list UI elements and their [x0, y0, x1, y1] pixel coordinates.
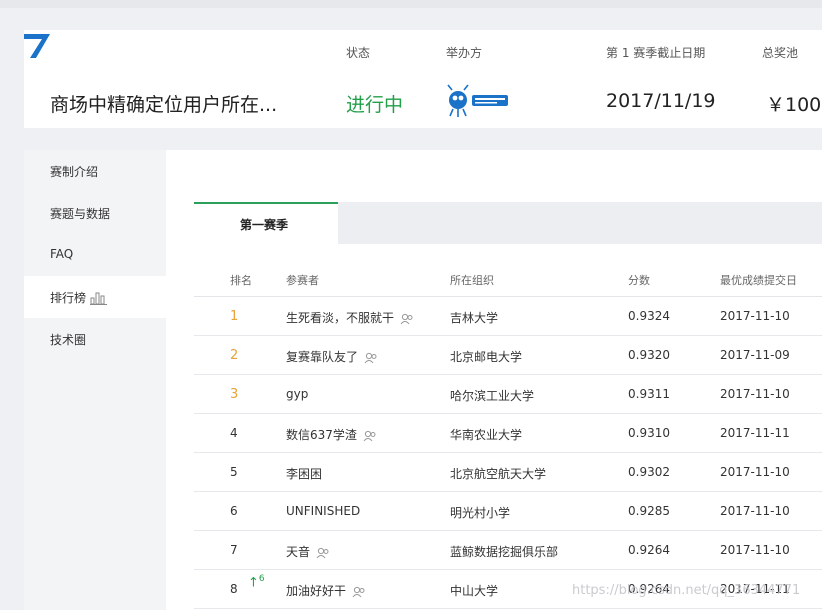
- table-row: 2 复赛靠队友了 北京邮电大学 0.9320 2017-11-09: [194, 336, 822, 375]
- team-members-icon[interactable]: [316, 547, 330, 559]
- col-score[interactable]: 分数: [628, 272, 650, 288]
- col-rank: 排名: [230, 274, 252, 287]
- org-cell: 北京航空航天大学: [450, 467, 547, 481]
- participant-cell: 加油好好干: [286, 582, 366, 599]
- org-cell: 中山大学: [450, 584, 499, 598]
- participant-name[interactable]: 天音: [286, 545, 310, 559]
- date-cell: 2017-11-10: [720, 309, 790, 323]
- team-members-icon[interactable]: [364, 352, 378, 364]
- participant-name[interactable]: 加油好好干: [286, 584, 346, 598]
- org-cell: 北京邮电大学: [450, 350, 523, 364]
- competition-header: 状态 举办方 第 1 赛季截止日期 总奖池 商场中精确定位用户所在... 进行中…: [24, 30, 822, 128]
- sidebar-item-faq[interactable]: FAQ: [24, 234, 166, 276]
- watermark: https://blog.csdn.net/qq_36344771: [572, 583, 801, 598]
- score-cell: 0.9320: [628, 348, 670, 362]
- participant-name[interactable]: 复赛靠队友了: [286, 350, 358, 364]
- rank-cell: 5: [230, 465, 238, 479]
- rank-cell: 2: [230, 348, 239, 363]
- prize-value: ￥1000: [766, 94, 822, 116]
- participant-name[interactable]: 数信637学渣: [286, 428, 357, 442]
- bar-chart-icon: [90, 292, 107, 305]
- org-cell: 哈尔滨工业大学: [450, 389, 535, 403]
- participant-cell: gyp: [286, 387, 308, 401]
- table-header: 排名 参赛者 所在组织 分数 最优成绩提交日: [194, 260, 822, 297]
- participant-cell: 天音: [286, 543, 330, 560]
- date-cell: 2017-11-11: [720, 426, 790, 440]
- main-content: 第一赛季 排名 参赛者 所在组织 分数 最优成绩提交日 1 生死看淡，不服就干 吉林…: [166, 150, 822, 610]
- brand-logo-icon: [24, 34, 50, 58]
- participant-cell: UNFINISHED: [286, 504, 360, 518]
- deadline-value: 2017/11/19: [606, 90, 716, 112]
- competition-title[interactable]: 商场中精确定位用户所在...: [50, 90, 277, 117]
- organizer-label: 举办方: [446, 46, 483, 60]
- score-cell: 0.9310: [628, 426, 670, 440]
- org-cell: 华南农业大学: [450, 428, 523, 442]
- deadline-label: 第 1 赛季截止日期: [606, 46, 706, 60]
- sidebar-item-label: 赛制介绍: [50, 165, 99, 179]
- tab-label: 第一赛季: [240, 218, 289, 232]
- rank-cell: 6: [230, 504, 238, 518]
- participant-cell: 数信637学渣: [286, 426, 377, 443]
- table-row: 3 gyp 哈尔滨工业大学 0.9311 2017-11-10: [194, 375, 822, 414]
- season-tabs: 第一赛季: [194, 202, 822, 244]
- date-cell: 2017-11-10: [720, 504, 790, 518]
- sidebar-item-tech-circle[interactable]: 技术圈: [24, 318, 166, 360]
- score-cell: 0.9324: [628, 309, 670, 323]
- tab-season-1[interactable]: 第一赛季: [194, 202, 338, 244]
- prize-label: 总奖池: [762, 46, 799, 60]
- rank-change: 6: [258, 574, 265, 584]
- table-row: 4 数信637学渣 华南农业大学 0.9310 2017-11-11: [194, 414, 822, 453]
- col-org: 所在组织: [450, 274, 494, 287]
- table-row: 6 UNFINISHED 明光村小学 0.9285 2017-11-10: [194, 492, 822, 531]
- rank-cell: 8: [230, 582, 238, 596]
- col-date: 最优成绩提交日: [720, 274, 797, 287]
- org-cell: 蓝鲸数据挖掘俱乐部: [450, 545, 559, 559]
- sidebar-item-label: FAQ: [50, 247, 74, 261]
- score-cell: 0.9264: [628, 543, 670, 557]
- org-cell: 吉林大学: [450, 311, 499, 325]
- participant-name[interactable]: 生死看淡，不服就干: [286, 311, 394, 325]
- date-cell: 2017-11-10: [720, 543, 790, 557]
- sidebar-item-data[interactable]: 赛题与数据: [24, 192, 166, 234]
- rank-cell: 3: [230, 387, 239, 402]
- top-strip: [0, 0, 822, 8]
- rank-cell: 4: [230, 426, 238, 440]
- sidebar-item-label: 赛题与数据: [50, 207, 111, 221]
- sidebar-item-label: 排行榜: [50, 291, 87, 305]
- status-label: 状态: [346, 46, 371, 60]
- participant-name[interactable]: 李困困: [286, 467, 322, 481]
- organizer-logo-icon: [447, 84, 508, 117]
- sidebar: 赛制介绍 赛题与数据 FAQ 排行榜 技术圈: [24, 150, 166, 610]
- score-cell: 0.9285: [628, 504, 670, 518]
- team-members-icon[interactable]: [363, 430, 377, 442]
- sidebar-item-label: 技术圈: [50, 333, 87, 347]
- sidebar-item-leaderboard[interactable]: 排行榜: [24, 276, 166, 318]
- status-value: 进行中: [346, 94, 404, 116]
- date-cell: 2017-11-10: [720, 387, 790, 401]
- team-members-icon[interactable]: [352, 586, 366, 598]
- leaderboard-table: 排名 参赛者 所在组织 分数 最优成绩提交日 1 生死看淡，不服就干 吉林大学 0.9…: [194, 260, 822, 609]
- score-cell: 0.9311: [628, 387, 670, 401]
- team-members-icon[interactable]: [400, 313, 414, 325]
- table-row: 5 李困困 北京航空航天大学 0.9302 2017-11-10: [194, 453, 822, 492]
- participant-cell: 生死看淡，不服就干: [286, 309, 414, 326]
- org-cell: 明光村小学: [450, 506, 511, 520]
- participant-name[interactable]: UNFINISHED: [286, 504, 360, 518]
- participant-cell: 复赛靠队友了: [286, 348, 378, 365]
- date-cell: 2017-11-09: [720, 348, 790, 362]
- table-row: 7 天音 蓝鲸数据挖掘俱乐部 0.9264 2017-11-10: [194, 531, 822, 570]
- participant-cell: 李困困: [286, 465, 322, 482]
- rank-up-icon: ↑6: [248, 574, 265, 591]
- rank-cell: 7: [230, 543, 238, 557]
- date-cell: 2017-11-10: [720, 465, 790, 479]
- table-row: 1 生死看淡，不服就干 吉林大学 0.9324 2017-11-10: [194, 297, 822, 336]
- score-cell: 0.9302: [628, 465, 670, 479]
- participant-name[interactable]: gyp: [286, 387, 308, 401]
- sidebar-item-rules[interactable]: 赛制介绍: [24, 150, 166, 192]
- col-participant: 参赛者: [286, 274, 319, 287]
- rank-cell: 1: [230, 309, 239, 324]
